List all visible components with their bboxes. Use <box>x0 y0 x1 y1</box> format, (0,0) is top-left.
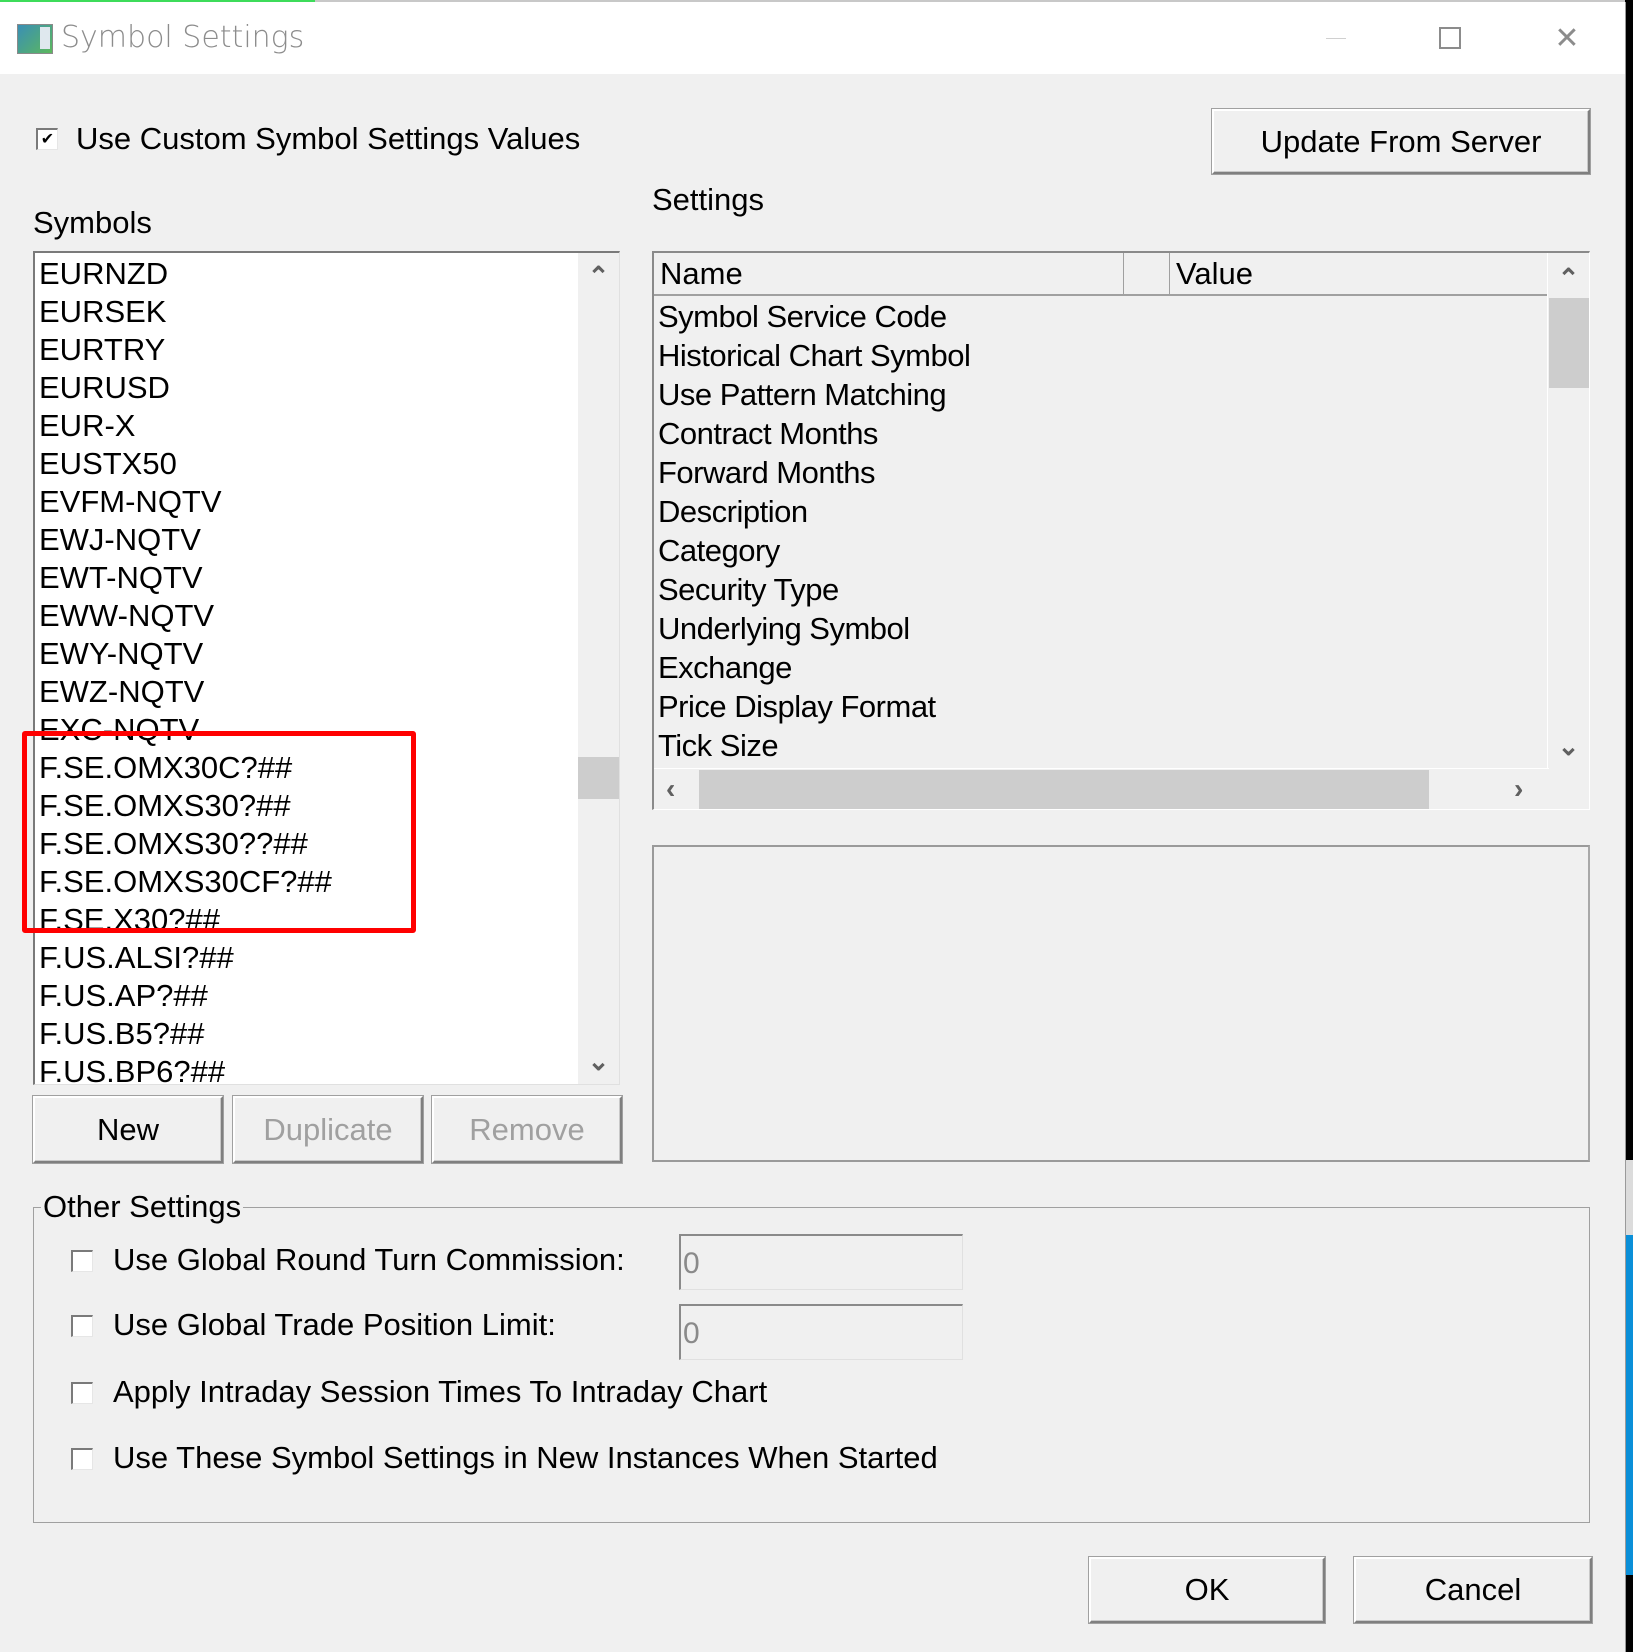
symbols-label: Symbols <box>33 205 152 240</box>
symbol-list-item[interactable]: EWW-NQTV <box>39 597 332 635</box>
background-app-edge-highlight <box>1625 1235 1633 1575</box>
commission-field[interactable] <box>679 1234 963 1290</box>
settings-row[interactable]: Symbol Service Code <box>658 297 970 336</box>
symbol-list-item[interactable]: EWJ-NQTV <box>39 521 332 559</box>
symbols-rows: EURNZD EURSEK EURTRY EURUSD EUR-X EUSTX50 EVFM… <box>39 255 332 1084</box>
title-bar[interactable]: Symbol Settings ✕ <box>0 2 1625 74</box>
column-header-name[interactable]: Name <box>654 253 1124 294</box>
symbol-list-item[interactable]: EXC-NQTV <box>39 711 332 749</box>
settings-vertical-scrollbar[interactable]: ⌃ ⌄ <box>1547 253 1589 768</box>
maximize-button[interactable] <box>1410 12 1490 64</box>
background-app-edge-panel <box>1625 1160 1633 1235</box>
scroll-right-icon[interactable]: › <box>1514 775 1523 803</box>
minimize-icon <box>1326 37 1346 39</box>
checkmark-icon: ✔ <box>40 130 55 148</box>
use-global-position-limit-label[interactable]: Use Global Trade Position Limit: <box>113 1307 556 1343</box>
update-from-server-button[interactable]: Update From Server <box>1212 109 1590 174</box>
settings-row[interactable]: Contract Months <box>658 414 970 453</box>
symbols-vertical-scrollbar[interactable]: ⌃ ⌄ <box>578 253 619 1084</box>
position-limit-field[interactable] <box>679 1304 963 1360</box>
settings-hscroll-thumb[interactable] <box>699 770 1429 809</box>
use-in-new-instances-checkbox[interactable] <box>71 1448 93 1470</box>
symbol-list-item[interactable]: F.SE.OMX30C?## <box>39 749 332 787</box>
use-custom-values-checkbox[interactable]: ✔ <box>36 128 58 150</box>
scroll-down-icon[interactable]: ⌄ <box>578 1048 619 1074</box>
new-symbol-button[interactable]: New <box>33 1096 223 1163</box>
apply-intraday-session-checkbox[interactable] <box>71 1382 93 1404</box>
other-settings-legend: Other Settings <box>41 1189 244 1225</box>
scroll-down-icon[interactable]: ⌄ <box>1548 733 1589 759</box>
settings-row[interactable]: Use Pattern Matching <box>658 375 970 414</box>
column-header-blank[interactable] <box>1124 253 1170 294</box>
symbol-list-item[interactable]: F.US.ALSI?## <box>39 939 332 977</box>
maximize-icon <box>1439 27 1461 49</box>
symbols-scroll-thumb[interactable] <box>578 757 619 799</box>
symbol-list-item[interactable]: EUSTX50 <box>39 445 332 483</box>
close-button[interactable]: ✕ <box>1527 12 1607 64</box>
use-global-commission-checkbox[interactable] <box>71 1250 93 1272</box>
apply-intraday-session-label[interactable]: Apply Intraday Session Times To Intraday… <box>113 1374 767 1410</box>
symbol-list-item[interactable]: F.US.B5?## <box>39 1015 332 1053</box>
window-title: Symbol Settings <box>61 20 305 55</box>
symbol-list-item[interactable]: EURTRY <box>39 331 332 369</box>
symbols-listbox[interactable]: EURNZD EURSEK EURTRY EURUSD EUR-X EUSTX50 EVFM… <box>33 251 620 1085</box>
use-custom-values-label[interactable]: Use Custom Symbol Settings Values <box>76 121 580 157</box>
scroll-left-icon[interactable]: ‹ <box>666 775 675 803</box>
settings-label: Settings <box>652 182 765 217</box>
symbol-list-item[interactable]: F.US.AP?## <box>39 977 332 1015</box>
symbol-list-item[interactable]: EVFM-NQTV <box>39 483 332 521</box>
symbol-list-item[interactable]: F.US.BP6?## <box>39 1053 332 1084</box>
ok-button[interactable]: OK <box>1089 1557 1325 1623</box>
settings-row[interactable]: Description <box>658 492 970 531</box>
settings-row[interactable]: Category <box>658 531 970 570</box>
scroll-up-icon[interactable]: ⌃ <box>578 263 619 289</box>
settings-row[interactable]: Underlying Symbol <box>658 609 970 648</box>
settings-row[interactable]: Forward Months <box>658 453 970 492</box>
settings-horizontal-scrollbar[interactable]: ‹ › <box>654 768 1549 809</box>
symbol-list-item[interactable]: EURSEK <box>39 293 332 331</box>
use-global-position-limit-checkbox[interactable] <box>71 1315 93 1337</box>
settings-row[interactable]: Tick Size <box>658 726 970 765</box>
setting-description-panel <box>652 845 1590 1162</box>
minimize-button[interactable] <box>1296 12 1376 64</box>
column-header-value[interactable]: Value <box>1170 253 1549 294</box>
remove-symbol-button[interactable]: Remove <box>432 1096 622 1163</box>
settings-vscroll-thumb[interactable] <box>1549 298 1589 388</box>
settings-row[interactable]: Exchange <box>658 648 970 687</box>
symbol-list-item[interactable]: F.SE.OMXS30CF?## <box>39 863 332 901</box>
symbol-list-item[interactable]: EURUSD <box>39 369 332 407</box>
settings-property-grid[interactable]: Name Value Symbol Service Code Historical… <box>652 251 1590 810</box>
symbol-list-item[interactable]: EUR-X <box>39 407 332 445</box>
app-window-icon <box>17 24 53 54</box>
cancel-button[interactable]: Cancel <box>1354 1557 1592 1623</box>
scroll-up-icon[interactable]: ⌃ <box>1548 265 1589 291</box>
settings-row[interactable]: Price Display Format <box>658 687 970 726</box>
symbol-list-item[interactable]: F.SE.X30?## <box>39 901 332 939</box>
settings-rows: Symbol Service Code Historical Chart Symb… <box>658 297 971 765</box>
symbol-list-item[interactable]: EURNZD <box>39 255 332 293</box>
close-icon: ✕ <box>1554 21 1580 55</box>
grid-header: Name Value <box>654 253 1549 296</box>
symbol-list-item[interactable]: EWT-NQTV <box>39 559 332 597</box>
symbol-list-item[interactable]: EWZ-NQTV <box>39 673 332 711</box>
use-global-commission-label[interactable]: Use Global Round Turn Commission: <box>113 1242 625 1278</box>
settings-row[interactable]: Security Type <box>658 570 970 609</box>
use-in-new-instances-label[interactable]: Use These Symbol Settings in New Instanc… <box>113 1440 938 1476</box>
symbol-list-item[interactable]: EWY-NQTV <box>39 635 332 673</box>
symbol-list-item[interactable]: F.SE.OMXS30??## <box>39 825 332 863</box>
settings-row[interactable]: Historical Chart Symbol <box>658 336 971 375</box>
duplicate-symbol-button[interactable]: Duplicate <box>233 1096 423 1163</box>
symbol-list-item[interactable]: F.SE.OMXS30?## <box>39 787 332 825</box>
symbol-settings-dialog: Symbol Settings ✕ ✔ Use Custom Symbol Se… <box>0 2 1626 1652</box>
